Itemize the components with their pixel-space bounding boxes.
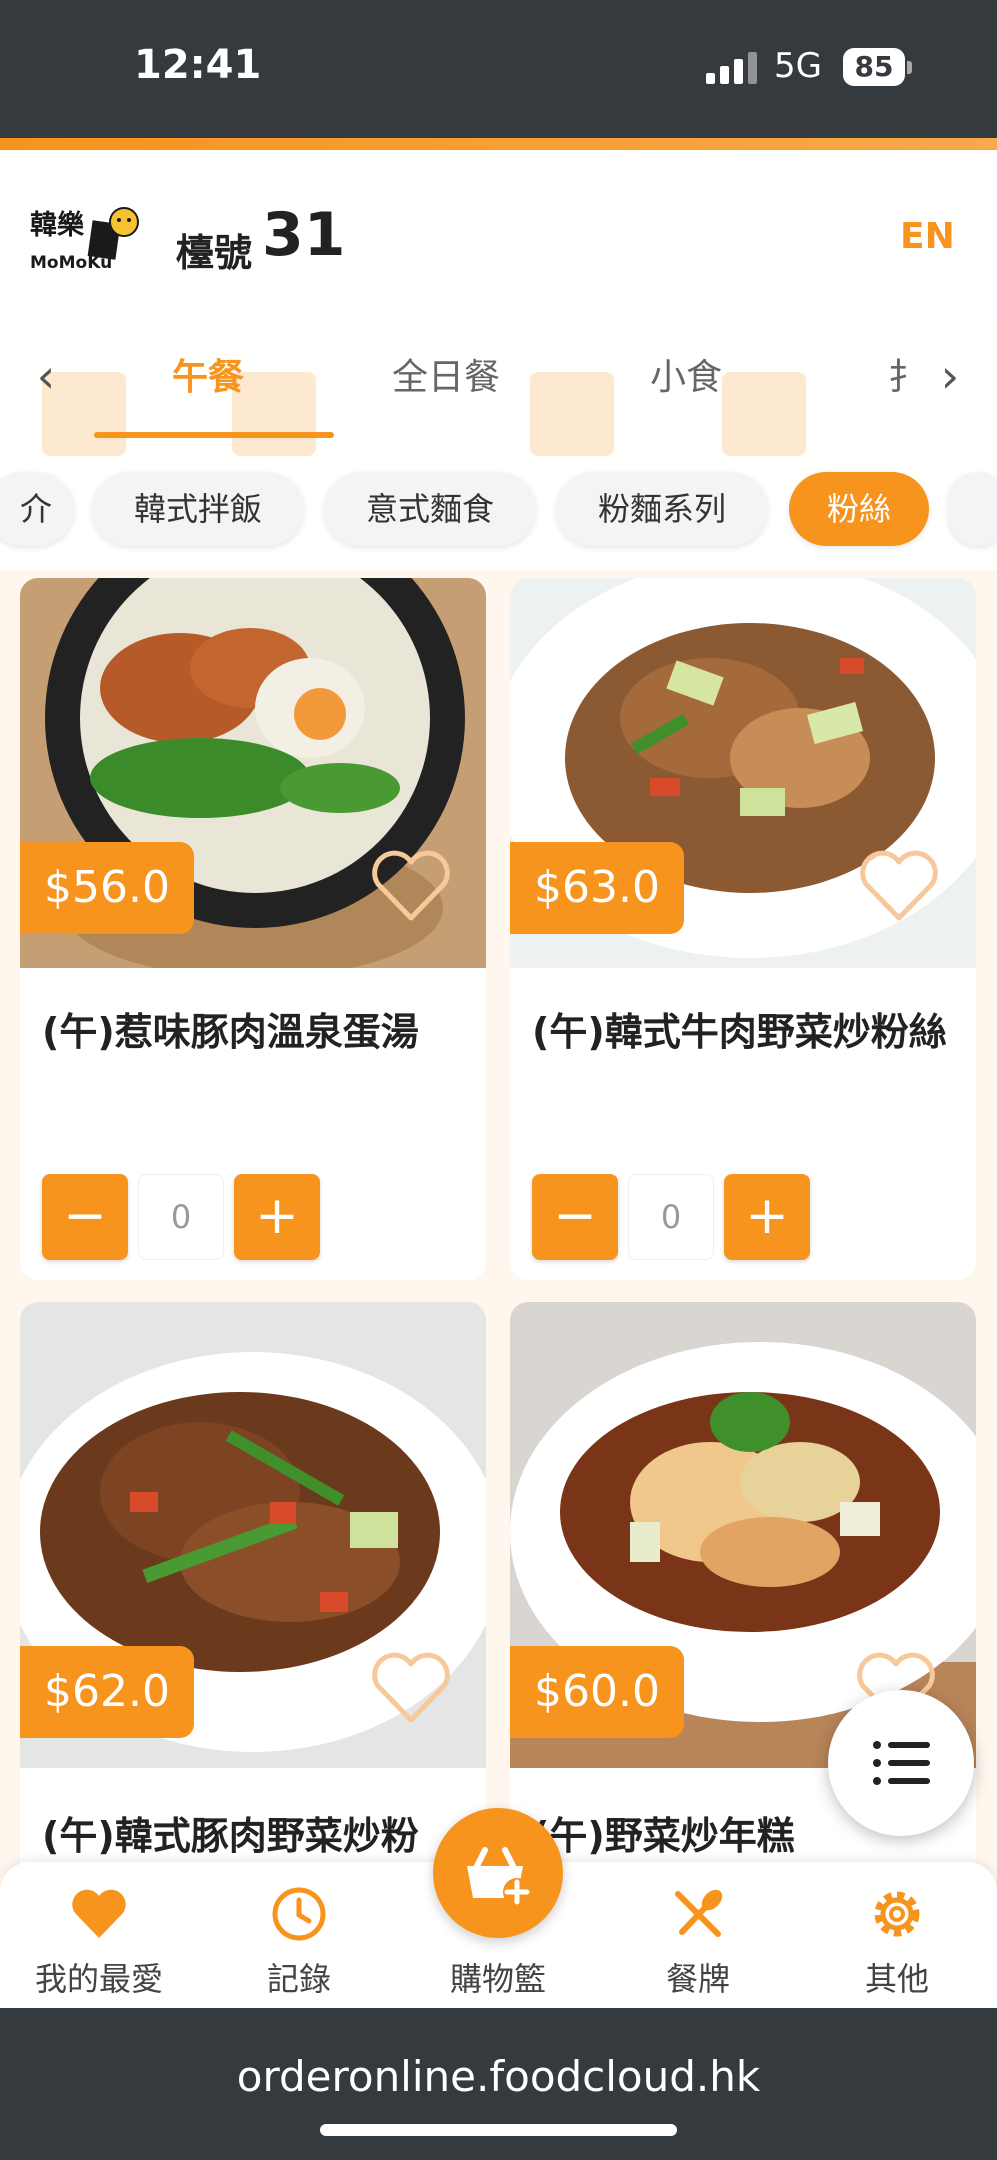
nav-label: 購物籃 <box>449 1960 546 1998</box>
product-card[interactable]: $56.0 (午)惹味豚肉溫泉蛋湯 − 0 + <box>20 578 486 1280</box>
table-label: 檯號 <box>176 231 253 275</box>
price-tag: $62.0 <box>20 1646 194 1738</box>
chip-italian-pasta[interactable]: 意式麵食 <box>324 472 536 546</box>
qty-display: 0 <box>628 1174 714 1260</box>
tab-all-day[interactable]: 全日餐 <box>392 348 500 400</box>
clock-icon <box>272 1887 326 1941</box>
decrease-qty-button[interactable]: − <box>42 1174 128 1260</box>
chevron-left-icon[interactable]: ‹ <box>26 346 66 406</box>
ghost-minus-button <box>530 372 614 456</box>
chip-korean-bibimbap[interactable]: 韓式拌飯 <box>92 472 304 546</box>
url-text[interactable]: orderonline.foodcloud.hk <box>0 2052 997 2101</box>
product-card[interactable]: $62.0 (午)韓式豚肉野菜炒粉 <box>20 1302 486 1922</box>
category-list-button[interactable] <box>828 1690 974 1836</box>
heart-icon <box>72 1889 126 1938</box>
ghost-plus-button <box>232 372 316 456</box>
nav-label: 餐牌 <box>665 1960 730 1998</box>
list-icon <box>873 1741 930 1785</box>
chip-partial[interactable]: 介 <box>0 472 74 546</box>
chevron-right-icon[interactable]: › <box>930 346 970 406</box>
battery-cap <box>907 61 912 74</box>
signal-icon <box>706 52 760 84</box>
nav-other[interactable]: 其他 <box>822 1862 972 2008</box>
nav-history[interactable]: 記錄 <box>224 1862 374 2008</box>
cart-button[interactable] <box>433 1808 563 1938</box>
basket-icon <box>467 1847 531 1906</box>
nav-menu[interactable]: 餐牌 <box>623 1862 773 2008</box>
heart-icon[interactable] <box>370 850 452 922</box>
chip-next-partial[interactable] <box>948 472 997 546</box>
tab-snacks[interactable]: 小食 <box>650 348 722 400</box>
decrease-qty-button[interactable]: − <box>532 1174 618 1260</box>
nav-label: 記錄 <box>266 1960 331 1998</box>
language-button[interactable]: EN <box>900 216 955 257</box>
gear-icon <box>874 1891 920 1937</box>
home-indicator[interactable] <box>320 2124 677 2136</box>
fork-knife-icon <box>675 1889 723 1937</box>
heart-icon[interactable] <box>858 850 940 922</box>
price-tag: $60.0 <box>510 1646 684 1738</box>
nav-label: 其他 <box>864 1960 929 1998</box>
table-number: 31 <box>262 200 346 270</box>
price-tag: $63.0 <box>510 842 684 934</box>
network-type: 5G <box>774 46 822 86</box>
active-tab-indicator <box>94 432 334 438</box>
chip-vermicelli[interactable]: 粉絲 <box>789 472 929 546</box>
status-time: 12:41 <box>134 42 262 88</box>
price-tag: $56.0 <box>20 842 194 934</box>
status-bar: 12:41 5G 85 <box>0 0 997 138</box>
nav-favorites[interactable]: 我的最愛 <box>24 1862 174 2008</box>
product-card[interactable]: $63.0 (午)韓式牛肉野菜炒粉絲 − 0 + <box>510 578 976 1280</box>
chip-noodles[interactable]: 粉麵系列 <box>556 472 768 546</box>
logo-title: 韓樂 <box>30 209 85 241</box>
increase-qty-button[interactable]: + <box>234 1174 320 1260</box>
increase-qty-button[interactable]: + <box>724 1174 810 1260</box>
heart-icon[interactable] <box>370 1652 452 1724</box>
tab-lunch[interactable]: 午餐 <box>172 348 244 400</box>
battery-icon: 85 <box>843 48 905 86</box>
browser-url-bar: orderonline.foodcloud.hk <box>0 2008 997 2160</box>
restaurant-logo: 韓樂 MoMoKu <box>30 207 139 272</box>
ghost-plus-button <box>722 372 806 456</box>
product-name: (午)惹味豚肉溫泉蛋湯 <box>42 1010 419 1054</box>
nav-label: 我的最愛 <box>34 1960 163 1998</box>
app-header: 韓樂 MoMoKu 檯號 31 EN <box>0 150 997 310</box>
product-name: (午)韓式豚肉野菜炒粉 <box>42 1814 419 1858</box>
product-name: (午)韓式牛肉野菜炒粉絲 <box>532 1010 947 1054</box>
accent-line <box>0 138 997 150</box>
tab-more[interactable]: 扌 <box>888 348 924 400</box>
qty-display: 0 <box>138 1174 224 1260</box>
